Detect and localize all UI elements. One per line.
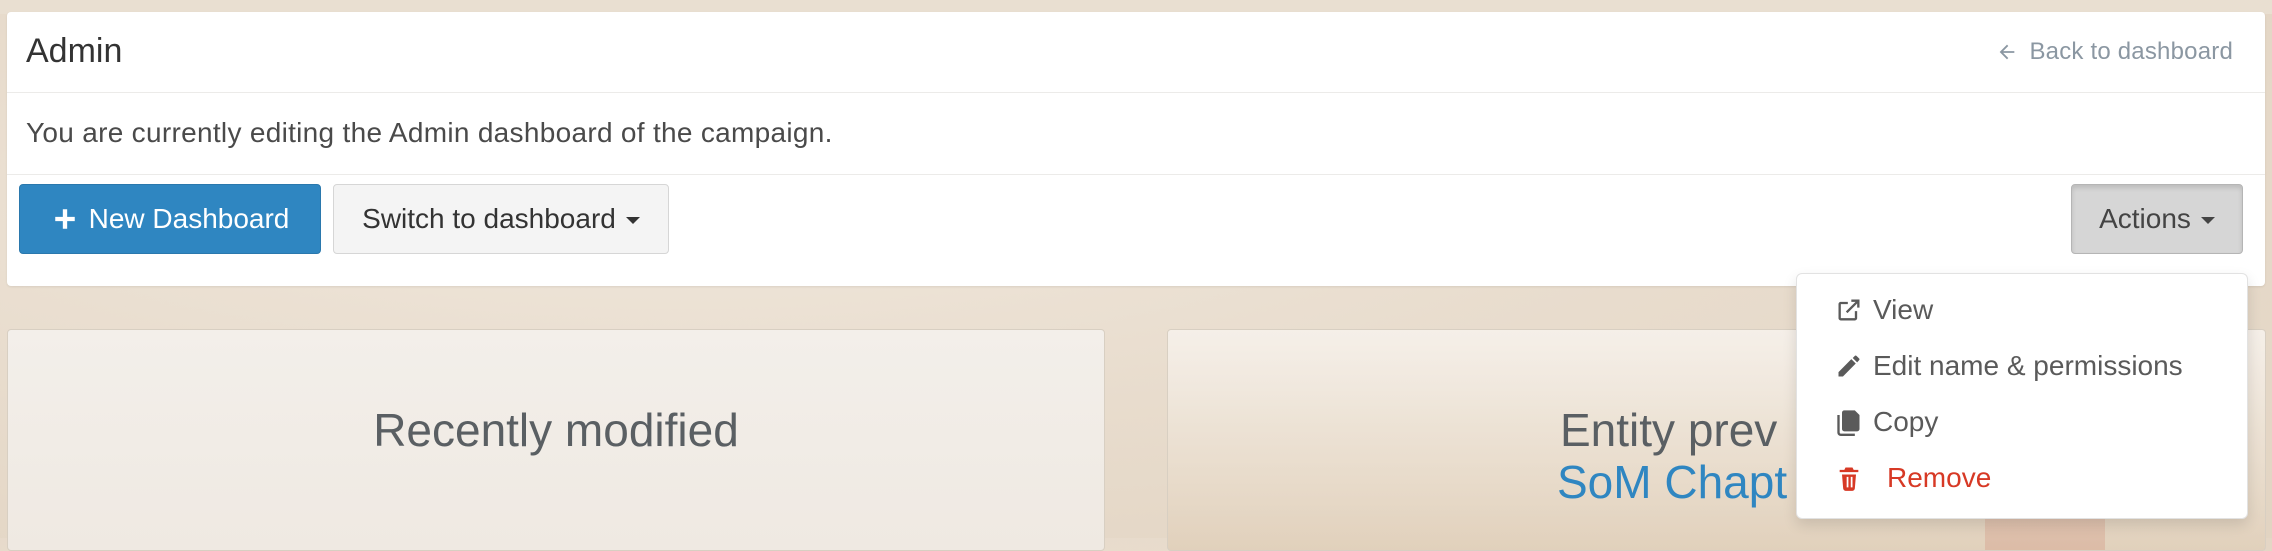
panel-description: You are currently editing the Admin dash… — [26, 117, 833, 148]
actions-menu: View Edit name & permissions Copy Remove — [1796, 273, 2248, 519]
menu-item-edit[interactable]: Edit name & permissions — [1835, 350, 2183, 382]
new-dashboard-label: New Dashboard — [88, 203, 290, 234]
switch-dashboard-dropdown[interactable]: Switch to dashboard — [333, 184, 669, 254]
menu-item-label: Copy — [1873, 406, 1939, 437]
panel-header: Admin Back to dashboard — [7, 12, 2265, 93]
back-link-label: Back to dashboard — [2029, 38, 2233, 65]
chevron-down-icon — [625, 216, 640, 224]
page-title: Admin — [26, 32, 123, 70]
menu-item-label: Remove — [1887, 462, 1992, 493]
menu-item-label: Edit name & permissions — [1873, 350, 2183, 381]
widget-title: Entity prev — [1560, 404, 1778, 456]
recently-modified-widget: Recently modified — [7, 329, 1105, 551]
back-to-dashboard-link[interactable]: Back to dashboard — [1993, 38, 2233, 66]
menu-item-copy[interactable]: Copy — [1835, 406, 1938, 438]
menu-item-label: View — [1873, 294, 1934, 325]
pencil-icon — [1835, 352, 1863, 380]
widget-title: Recently modified — [373, 404, 739, 456]
menu-item-view[interactable]: View — [1835, 294, 1933, 326]
chevron-down-icon — [2200, 216, 2215, 224]
new-dashboard-button[interactable]: New Dashboard — [19, 184, 321, 254]
arrow-left-icon — [1993, 38, 2021, 66]
menu-item-remove[interactable]: Remove — [1835, 462, 1991, 494]
external-link-icon — [1835, 296, 1863, 324]
switch-dashboard-label: Switch to dashboard — [362, 203, 616, 234]
entity-link[interactable]: SoM Chapt — [1557, 455, 1787, 509]
plus-icon — [51, 205, 79, 233]
copy-icon — [1835, 408, 1863, 436]
trash-icon — [1835, 464, 1863, 492]
actions-label: Actions — [2099, 203, 2191, 234]
divider — [7, 174, 2265, 175]
actions-dropdown-button[interactable]: Actions — [2071, 184, 2243, 254]
